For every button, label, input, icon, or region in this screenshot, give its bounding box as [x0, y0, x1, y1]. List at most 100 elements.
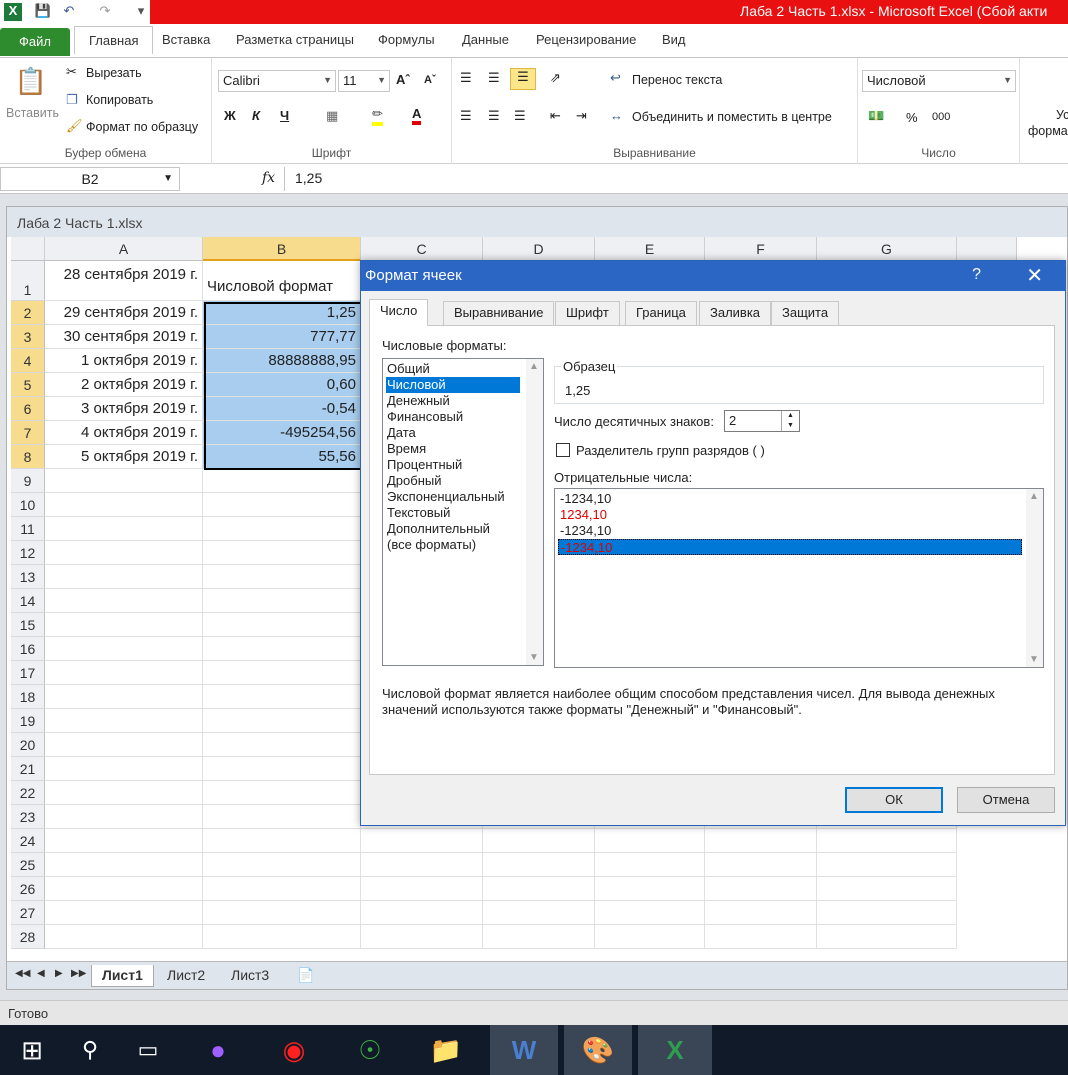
row-header[interactable]: 15 — [11, 613, 45, 637]
align-bottom-icon[interactable]: ☰ — [510, 68, 536, 90]
sheet-tab-3[interactable]: Лист3 — [221, 965, 279, 987]
alice-icon[interactable]: ● — [190, 1025, 246, 1075]
negative-option-selected[interactable]: -1234,10 — [558, 539, 1022, 555]
cell[interactable] — [203, 853, 361, 877]
cell[interactable] — [203, 709, 361, 733]
tab-home[interactable]: Главная — [74, 26, 154, 54]
tab-number[interactable]: Число — [369, 299, 429, 326]
category-item[interactable]: Финансовый — [386, 409, 464, 425]
category-item[interactable]: Денежный — [386, 393, 451, 409]
row-header[interactable]: 4 — [11, 349, 45, 373]
stepper-up-icon[interactable]: ▲ — [781, 411, 799, 421]
cell-a6[interactable]: 3 октября 2019 г. — [45, 397, 203, 421]
cell[interactable] — [203, 877, 361, 901]
cell-a4[interactable]: 1 октября 2019 г. — [45, 349, 203, 373]
cell[interactable] — [361, 901, 483, 925]
row-header[interactable]: 8 — [11, 445, 45, 469]
align-center-icon[interactable]: ☰ — [488, 108, 500, 124]
row-header[interactable]: 26 — [11, 877, 45, 901]
cell[interactable] — [203, 589, 361, 613]
row-header[interactable]: 10 — [11, 493, 45, 517]
cell[interactable] — [595, 901, 705, 925]
cell[interactable] — [361, 829, 483, 853]
insert-sheet-icon[interactable]: 📄 — [287, 965, 324, 987]
cell-b1[interactable]: Числовой формат — [203, 261, 361, 301]
cell[interactable] — [595, 853, 705, 877]
cell-b4[interactable]: 88888888,95 — [203, 349, 361, 373]
cell[interactable] — [203, 925, 361, 949]
wrap-text-button[interactable]: Перенос текста — [632, 73, 722, 87]
help-icon[interactable]: ? — [972, 266, 981, 284]
category-item[interactable]: (все форматы) — [386, 537, 477, 553]
cell[interactable] — [45, 637, 203, 661]
cell[interactable] — [817, 925, 957, 949]
tab-formulas[interactable]: Формулы — [378, 32, 435, 47]
negative-numbers-list[interactable]: -1234,10 1234,10 -1234,10 -1234,10 ▲ ▼ — [554, 488, 1044, 668]
cell[interactable] — [361, 877, 483, 901]
cell[interactable] — [45, 829, 203, 853]
cell[interactable] — [817, 829, 957, 853]
cell[interactable] — [817, 877, 957, 901]
scroll-up-icon[interactable]: ▲ — [1029, 491, 1039, 502]
grow-font-icon[interactable]: Aˆ — [396, 72, 410, 87]
category-item[interactable]: Экспоненциальный — [386, 489, 506, 505]
cell[interactable] — [361, 925, 483, 949]
cell[interactable] — [45, 853, 203, 877]
task-view-icon[interactable]: ▭ — [120, 1025, 176, 1075]
row-header[interactable]: 19 — [11, 709, 45, 733]
paste-icon[interactable]: 📋 — [14, 66, 48, 100]
cell[interactable] — [45, 517, 203, 541]
align-right-icon[interactable]: ☰ — [514, 108, 526, 124]
yandex-browser-icon[interactable]: ◉ — [266, 1025, 322, 1075]
category-item[interactable]: Процентный — [386, 457, 463, 473]
decimals-stepper[interactable]: 2 ▲ ▼ — [724, 410, 800, 432]
cell[interactable] — [45, 901, 203, 925]
negative-option[interactable]: 1234,10 — [558, 507, 1022, 523]
function-icon[interactable]: fx — [262, 170, 275, 186]
row-header[interactable]: 20 — [11, 733, 45, 757]
cell[interactable] — [705, 901, 817, 925]
column-header-extra[interactable] — [957, 237, 1017, 261]
tab-data[interactable]: Данные — [462, 32, 509, 47]
name-box[interactable]: B2 ▼ — [0, 167, 180, 191]
row-header[interactable]: 7 — [11, 421, 45, 445]
close-icon[interactable]: ✕ — [1026, 263, 1043, 288]
row-header[interactable]: 16 — [11, 637, 45, 661]
scroll-down-icon[interactable]: ▼ — [1029, 654, 1039, 665]
column-header-b[interactable]: B — [203, 237, 361, 261]
row-header[interactable]: 18 — [11, 685, 45, 709]
cell[interactable] — [45, 925, 203, 949]
cell[interactable] — [705, 829, 817, 853]
currency-icon[interactable]: 💵 — [868, 108, 884, 124]
cell[interactable] — [203, 469, 361, 493]
increase-indent-icon[interactable]: ⇥ — [576, 108, 587, 124]
row-header[interactable]: 24 — [11, 829, 45, 853]
last-sheet-icon[interactable]: ▶▶ — [71, 968, 86, 979]
cell[interactable] — [483, 853, 595, 877]
align-middle-icon[interactable]: ☰ — [488, 70, 500, 86]
cell[interactable] — [203, 781, 361, 805]
tab-font[interactable]: Шрифт — [555, 301, 620, 325]
column-header-a[interactable]: A — [45, 237, 203, 261]
sheet-tab-2[interactable]: Лист2 — [157, 965, 215, 987]
cell[interactable] — [705, 925, 817, 949]
fill-color-icon[interactable]: ✏ — [372, 106, 383, 126]
category-item[interactable]: Время — [386, 441, 427, 457]
row-header[interactable]: 9 — [11, 469, 45, 493]
row-header[interactable]: 25 — [11, 853, 45, 877]
cell-b7[interactable]: -495254,56 — [203, 421, 361, 445]
borders-icon[interactable]: ▦ — [326, 108, 338, 124]
column-header-g[interactable]: G — [817, 237, 957, 261]
cell-b3[interactable]: 777,77 — [203, 325, 361, 349]
cell[interactable] — [595, 877, 705, 901]
cell[interactable] — [483, 829, 595, 853]
cut-button[interactable]: Вырезать — [86, 66, 142, 80]
row-header[interactable]: 6 — [11, 397, 45, 421]
column-header-e[interactable]: E — [595, 237, 705, 261]
conditional-format-label-2[interactable]: форма — [1028, 124, 1068, 138]
row-header[interactable]: 3 — [11, 325, 45, 349]
ok-button[interactable]: ОК — [845, 787, 943, 813]
cell[interactable] — [45, 733, 203, 757]
row-header[interactable]: 28 — [11, 925, 45, 949]
stepper-down-icon[interactable]: ▼ — [781, 421, 799, 431]
